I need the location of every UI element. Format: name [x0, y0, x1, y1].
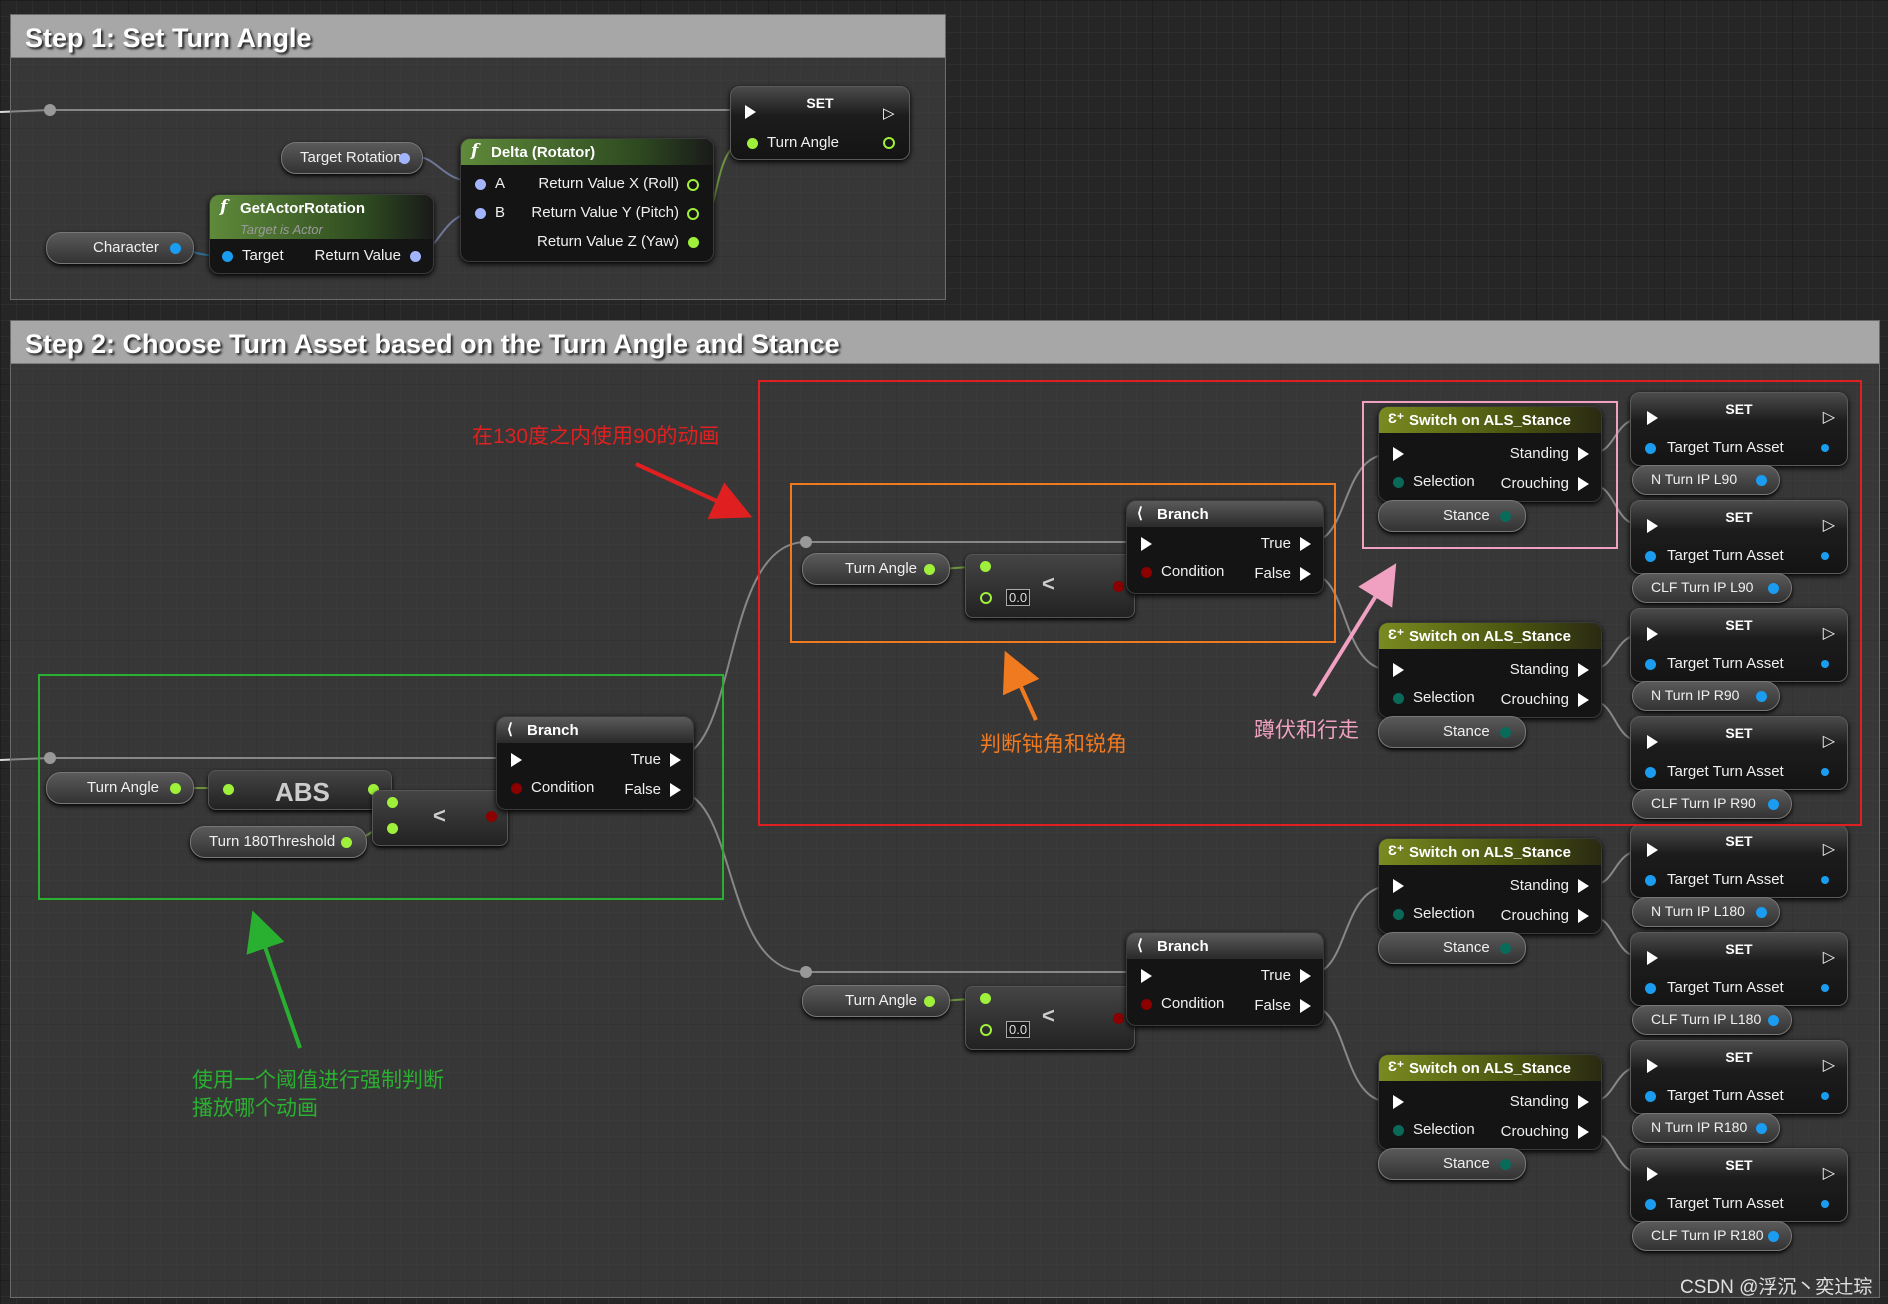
annotation-green-line1: 使用一个阈值进行强制判断 — [192, 1069, 444, 1092]
annotation-orange: 判断钝角和锐角 — [980, 733, 1127, 756]
watermark: CSDN @浮沉丶奕辻琮 — [1680, 1277, 1873, 1298]
annotation-green-line2: 播放哪个动画 — [192, 1097, 318, 1120]
annotation-pink: 蹲伏和行走 — [1254, 719, 1359, 742]
annotation-red: 在130度之内使用90的动画 — [472, 425, 720, 448]
